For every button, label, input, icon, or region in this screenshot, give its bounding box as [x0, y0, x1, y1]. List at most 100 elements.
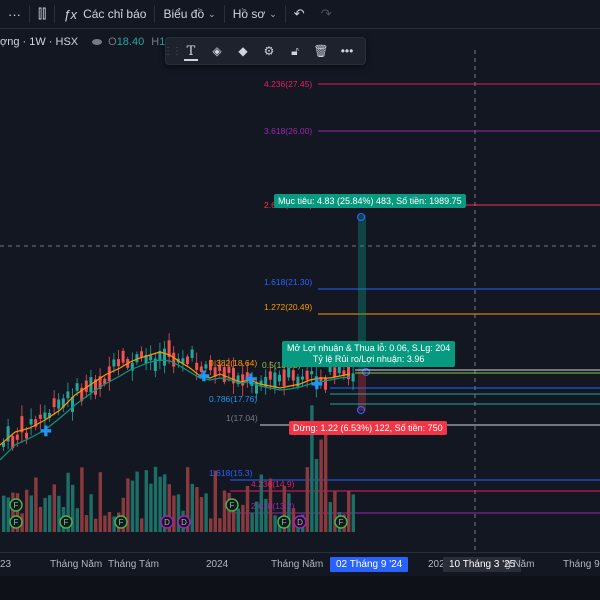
chart-menu-button[interactable]: Biểu đồ ⌄	[155, 0, 223, 28]
time-axis-cursor-label: 02 Tháng 9 '24	[330, 557, 409, 572]
redo-button[interactable]: ↷	[313, 0, 340, 28]
candle-body	[52, 398, 56, 408]
svg-text:1.618(15.3): 1.618(15.3)	[209, 468, 253, 478]
financial-report-marker[interactable]: F	[114, 515, 128, 529]
candle-body	[278, 374, 281, 382]
candle-body	[305, 370, 309, 380]
chevron-down-icon: ⌄	[208, 8, 216, 19]
time-axis[interactable]: 23 Tháng Năm Tháng Tám 2024 Tháng Năm 02…	[0, 552, 600, 577]
undo-icon: ↶	[293, 6, 305, 21]
financial-report-marker[interactable]: F	[225, 498, 239, 512]
fill-button[interactable]: ◈	[204, 39, 230, 63]
financial-report-marker[interactable]: F	[277, 515, 291, 529]
candle-body	[291, 370, 295, 381]
volume-bar	[89, 494, 93, 532]
more-button[interactable]: •••	[334, 39, 360, 63]
volume-bar	[38, 506, 43, 532]
svg-text:0.382(18.64): 0.382(18.64)	[209, 358, 257, 368]
candle-body	[333, 367, 337, 378]
stop-zone	[358, 371, 366, 411]
compare-button[interactable]: ⫿⫿	[30, 0, 54, 28]
dividend-marker[interactable]: D	[177, 515, 191, 529]
volume-bar	[314, 458, 319, 532]
volume-bar	[75, 508, 79, 532]
candle-body	[163, 348, 166, 366]
dividend-marker[interactable]: D	[160, 515, 174, 529]
volume-bar	[347, 491, 351, 532]
financial-report-marker[interactable]: F	[334, 515, 348, 529]
svg-text:1(17.04): 1(17.04)	[226, 413, 258, 423]
candle-body	[29, 419, 33, 425]
time-axis-label: Tháng Năm	[271, 559, 324, 570]
volume-bar	[144, 470, 148, 532]
drawing-toolbar: ⋮⋮ T ◈ ◆ ⚙ 🔓︎ 🗑︎ •••	[163, 37, 366, 65]
volume-bar	[6, 497, 10, 532]
lock-button[interactable]: 🔓︎	[282, 39, 308, 63]
time-axis-label: Tháng Tám	[108, 559, 159, 570]
settings-icon: ⚙	[263, 44, 275, 58]
volume-bar	[209, 518, 213, 532]
indicators-button[interactable]: ƒx Các chỉ báo	[55, 0, 154, 28]
volume-bar	[204, 493, 208, 532]
svg-text:✚: ✚	[311, 376, 323, 392]
financial-report-marker[interactable]: F	[9, 498, 23, 512]
candle-body	[172, 352, 176, 367]
drag-handle-icon[interactable]: ⋮⋮	[163, 46, 182, 57]
svg-text:✚: ✚	[245, 371, 257, 387]
volume-bar	[245, 485, 250, 532]
svg-text:D: D	[181, 518, 187, 527]
settings-button[interactable]: ⚙	[256, 39, 282, 63]
volume-bar	[199, 497, 204, 532]
volume-bar	[351, 494, 355, 532]
svg-text:F: F	[230, 501, 235, 510]
color-icon: ◆	[238, 44, 248, 58]
price-chart[interactable]: 4.236(27.45) 3.618(26.00) 2.618(23.64) 1…	[0, 50, 600, 552]
svg-text:F: F	[14, 501, 19, 510]
volume-bar	[107, 511, 112, 532]
delete-button[interactable]: 🗑︎	[308, 39, 334, 63]
financial-report-marker[interactable]: F	[59, 515, 73, 529]
undo-button[interactable]: ↶	[286, 0, 313, 28]
fib-level-label: 3.618(26.00)	[264, 126, 312, 136]
candle-body	[282, 369, 286, 387]
volume-bar	[195, 487, 199, 532]
candle-body	[140, 351, 143, 357]
indicators-label: Các chỉ báo	[83, 7, 147, 21]
volume-bar	[25, 489, 29, 532]
more-icon: •••	[340, 44, 354, 58]
financial-report-marker[interactable]: F	[9, 515, 23, 529]
volume-bar	[130, 480, 135, 532]
ellipsis-left-icon[interactable]: ···	[0, 0, 29, 28]
pnl-label: Mở Lợi nhuận & Thua lỗ: 0.06, S.Lg: 204 …	[282, 341, 456, 367]
volume-bar	[149, 483, 153, 532]
candle-body	[190, 349, 194, 358]
svg-text:✚: ✚	[40, 423, 52, 439]
symbol-title[interactable]: ợng · 1W · HSX	[0, 36, 78, 48]
text-tool-button[interactable]: T	[178, 39, 204, 63]
lock-icon: 🔓︎	[291, 43, 299, 58]
candle-body	[268, 371, 272, 380]
candle-body	[75, 383, 79, 391]
svg-text:2.618(13.2): 2.618(13.2)	[251, 501, 295, 511]
svg-text:F: F	[282, 518, 287, 527]
volume-bar	[319, 439, 323, 532]
color-button[interactable]: ◆	[230, 39, 256, 63]
volume-bar	[80, 467, 84, 532]
volume-bar	[324, 422, 328, 532]
eye-icon[interactable]	[92, 39, 103, 45]
stop-label: Dừng: 1.22 (6.53%) 122, Số tiền: 750	[289, 421, 447, 435]
time-axis-label: 2024	[206, 559, 229, 570]
volume-bar	[135, 471, 139, 532]
volume-bar	[43, 497, 47, 532]
time-axis-label: Tháng 9	[563, 559, 600, 570]
dividend-marker[interactable]: D	[293, 515, 307, 529]
candle-body	[273, 372, 277, 388]
svg-text:F: F	[119, 518, 124, 527]
volume-bar	[222, 490, 227, 532]
volume-bar	[94, 518, 98, 532]
target-label: Mục tiêu: 4.83 (25.84%) 483, Số tiền: 19…	[274, 194, 466, 208]
svg-text:✚: ✚	[198, 368, 210, 384]
text-color-swatch	[184, 59, 198, 61]
fib-level-label: 1.272(20.49)	[264, 302, 312, 312]
profile-menu-button[interactable]: Hồ sơ ⌄	[225, 0, 285, 28]
